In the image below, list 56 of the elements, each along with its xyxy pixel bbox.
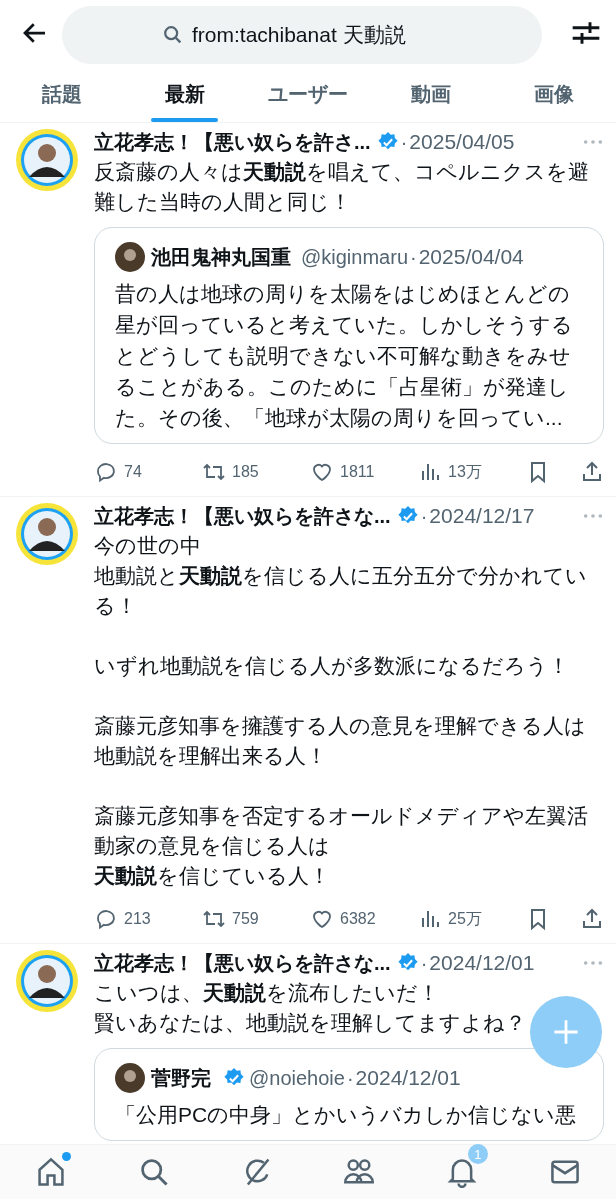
search-icon (162, 24, 184, 46)
avatar (115, 242, 145, 272)
post-text: 斎藤元彦知事を擁護する人の意見を理解できる人は地動説を理解出来る人！ (94, 713, 587, 769)
author-name[interactable]: 立花孝志！【悪い奴らを許さな... (94, 502, 391, 530)
reply-icon (94, 460, 118, 484)
avatar[interactable] (14, 948, 80, 1014)
action-button[interactable]: 25万 (418, 907, 514, 931)
tab[interactable]: 最新 (123, 66, 247, 122)
separator: · (420, 504, 428, 528)
post-text: 斎藤元彦知事を否定するオールドメディアや左翼活動家の意見を信じる人は (94, 803, 589, 859)
action-button[interactable]: 759 (202, 907, 310, 931)
action-button[interactable]: 213 (94, 907, 202, 931)
action-button[interactable]: 185 (202, 460, 310, 484)
action-button[interactable]: 1811 (310, 460, 418, 484)
separator: · (420, 951, 428, 975)
tab[interactable]: 画像 (492, 66, 616, 122)
notification-count: 1 (467, 1144, 488, 1164)
post-text: 今の世の中 (94, 533, 201, 559)
avatar (115, 1063, 145, 1093)
plus-icon (552, 1018, 580, 1046)
share-icon[interactable] (580, 460, 604, 484)
separator: · (346, 1066, 354, 1090)
tab[interactable]: 動画 (369, 66, 493, 122)
post-text: 賢いあなたは、地動説を理解してますよね？ (94, 1010, 526, 1036)
post-text: 天動説を信じている人！ (94, 863, 330, 889)
post-text: 反斎藤の人々は天動説を唱えて、コペルニクスを避難した当時の人間と同じ！ (94, 159, 590, 215)
post-text: 地動説と天動説を信じる人に五分五分で分かれている！ (94, 563, 588, 619)
author-handle: @kiginmaru (301, 245, 408, 269)
reply-icon (94, 907, 118, 931)
quoted-post[interactable]: 池田鬼神丸国重 @kiginmaru·2025/04/04 昔の人は地球の周りを太陽をはじめほとんどの星が回っていると考えていた。しかしそうするとどうしても説明できない不可解な動きをみせることがある。このために「占星術」が発達した。その後、「地球が太陽の周りを回ってい... (94, 227, 604, 444)
author-name: 菅野完 (151, 1065, 211, 1091)
action-button[interactable]: 6382 (310, 907, 418, 931)
search-icon[interactable] (138, 1156, 170, 1188)
post-date: 2024/12/17 (429, 504, 535, 528)
avatar[interactable] (14, 501, 80, 567)
post-date: 2024/12/01 (429, 951, 535, 975)
tab[interactable]: ユーザー (246, 66, 370, 122)
action-button[interactable]: 13万 (418, 460, 514, 484)
post-date: 2025/04/05 (409, 130, 515, 154)
search-field[interactable]: from:tachibanat 天動説 (62, 6, 542, 64)
author-name[interactable]: 立花孝志！【悪い奴らを許さな... (94, 949, 391, 977)
share-icon[interactable] (580, 907, 604, 931)
post-date: 2025/04/04 (418, 245, 524, 269)
author-name[interactable]: 立花孝志！【悪い奴らを許さ... (94, 128, 371, 156)
action-button[interactable]: 74 (94, 460, 202, 484)
author-handle: @noiehoie (249, 1066, 345, 1090)
post-date: 2024/12/01 (355, 1066, 461, 1090)
quoted-text: 昔の人は地球の周りを太陽をはじめほとんどの星が回っていると考えていた。しかしそうするとどうしても説明できない不可解な動きをみせることがある。このために「占星術」が発達した。その後、「地球が太陽の周りを回ってい... (115, 281, 574, 431)
author-name: 池田鬼神丸国重 (151, 244, 291, 270)
tab[interactable]: 話題 (0, 66, 124, 122)
separator: · (410, 245, 417, 269)
avatar[interactable] (14, 127, 80, 193)
separator: · (400, 130, 408, 154)
post-text: こいつは、天動説を流布したいだ！ (94, 980, 439, 1006)
post-text: いずれ地動説を信じる人が多数派になるだろう！ (94, 653, 569, 679)
quoted-text: 「公用PCの中身」とかいうバカしか信じない悪 (115, 1102, 578, 1128)
